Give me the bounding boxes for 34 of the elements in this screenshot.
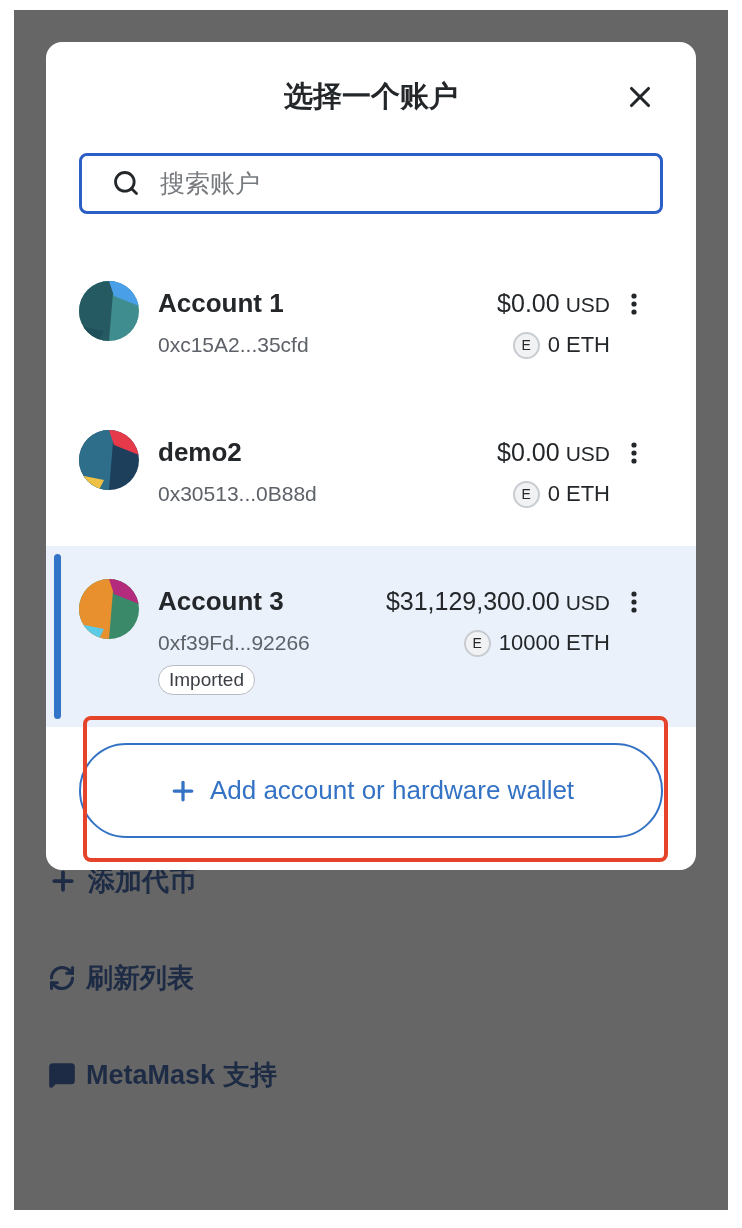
token-balance: 0 ETH (547, 332, 610, 358)
fiat-balance: $0.00 (497, 437, 560, 468)
account-row[interactable]: Account 3 0xf39Fd...92266 Imported $31,129,300.00 USD E 10000 ETH (46, 546, 696, 727)
more-icon (631, 293, 637, 315)
fiat-balance: $0.00 (497, 288, 560, 319)
account-name: Account 3 (158, 585, 284, 618)
imported-tag: Imported (158, 665, 255, 695)
account-address: 0xc15A2...35cfd (158, 332, 309, 358)
currency-unit: USD (565, 590, 610, 616)
token-badge: E (512, 331, 540, 359)
account-address: 0xf39Fd...92266 (158, 630, 310, 656)
more-icon (631, 442, 637, 464)
currency-unit: USD (565, 441, 610, 467)
refresh-icon (48, 963, 76, 992)
account-name: demo2 (158, 436, 242, 469)
token-badge: E (463, 629, 491, 657)
token-badge: E (512, 480, 540, 508)
token-balance: 10000 ETH (498, 630, 610, 656)
search-field[interactable]: 搜索账户 (79, 153, 663, 214)
fiat-balance: $31,129,300.00 (385, 586, 560, 617)
menu-item[interactable]: 刷新列表 (86, 959, 194, 996)
account-name: Account 1 (158, 287, 284, 320)
dialog-title: 选择一个账户 (284, 79, 458, 114)
token-balance: 0 ETH (547, 481, 610, 507)
account-address: 0x30513...0B88d (158, 481, 317, 507)
menu-item[interactable]: MetaMask 支持 (86, 1056, 277, 1093)
search-icon (112, 169, 140, 197)
more-icon (631, 591, 637, 613)
add-account-button[interactable]: Add account or hardware wallet (79, 743, 663, 838)
avatar-icon (79, 579, 139, 639)
chat-bubble-icon (48, 1060, 76, 1089)
avatar-icon (79, 430, 139, 490)
avatar-icon (79, 281, 139, 341)
currency-unit: USD (565, 292, 610, 318)
